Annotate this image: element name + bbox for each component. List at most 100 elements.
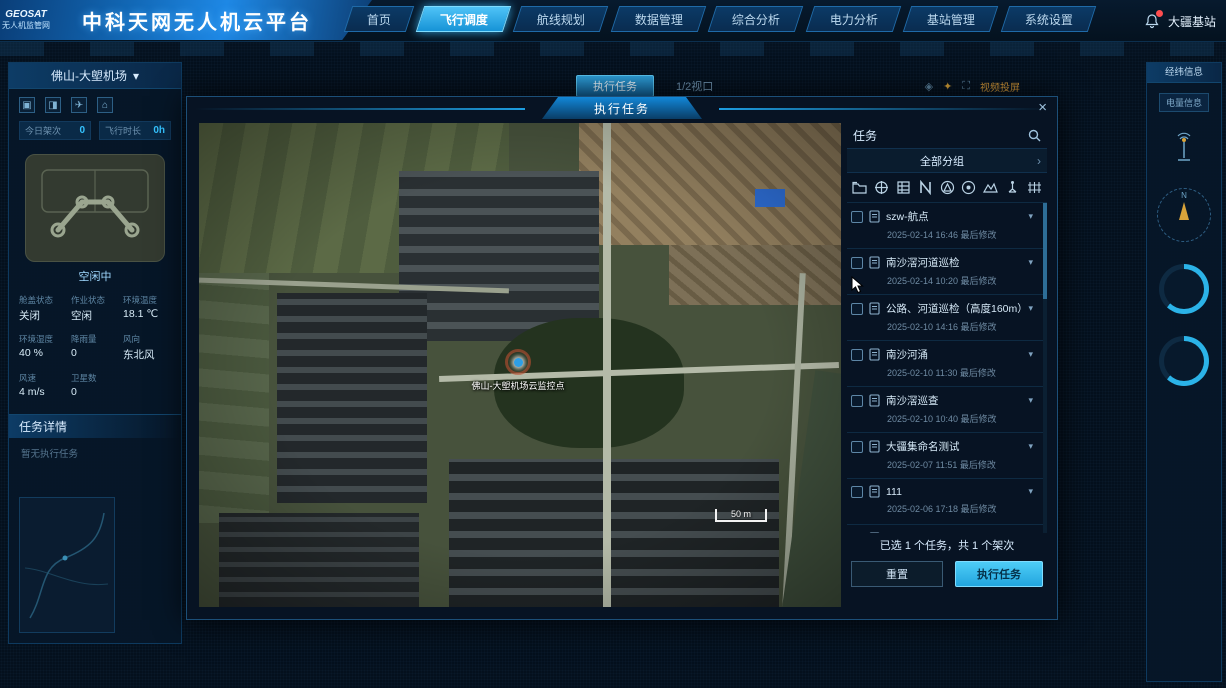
orbit-icon[interactable]	[873, 179, 890, 196]
task-checkbox[interactable]	[851, 441, 863, 453]
expand-chevron-icon[interactable]: ▾	[1028, 395, 1037, 406]
task-doc-icon	[869, 532, 880, 533]
nav-tab-data-management[interactable]: 数据管理	[611, 6, 707, 32]
user-zone: 大疆基站	[1144, 0, 1216, 42]
task-checkbox[interactable]	[851, 349, 863, 361]
stat-temp: 环境温度18.1 ℃	[123, 294, 171, 323]
environment-stats: 舱盖状态关闭 作业状态空闲 环境温度18.1 ℃ 环境湿度40 % 降雨量0 风…	[9, 286, 181, 406]
dock-icon[interactable]: ⌂	[97, 97, 113, 113]
map-toolbar: ◈ ✦ ⛶ 视频投屏	[925, 79, 1140, 94]
modal-title: 执行任务	[542, 97, 702, 119]
task-item-2[interactable]: 公路、河道巡检（高度160m） ▾ 2025-02-10 14:16 最后修改	[847, 295, 1047, 341]
scrollbar-track[interactable]	[1043, 203, 1047, 533]
measure-icon[interactable]: ✦	[943, 80, 952, 93]
fence-icon[interactable]	[1026, 179, 1043, 196]
layers-icon[interactable]: ◈	[925, 80, 933, 93]
nav-tab-station-management[interactable]: 基站管理	[903, 6, 999, 32]
task-item-3[interactable]: 南沙河涌 ▾ 2025-02-10 11:30 最后修改	[847, 341, 1047, 387]
expand-chevron-icon[interactable]: ▾	[1028, 486, 1037, 497]
task-checkbox[interactable]	[851, 211, 863, 223]
viewport-tab-active[interactable]: 执行任务	[576, 75, 654, 97]
task-item-1[interactable]: 南沙滘河道巡检 ▾ 2025-02-14 10:20 最后修改	[847, 249, 1047, 295]
task-panel-header: 任务	[847, 123, 1047, 149]
stat-wind-speed: 风速4 m/s	[19, 372, 67, 398]
map-scale-bar: 50 m	[715, 509, 767, 522]
task-item-4[interactable]: 南沙滘巡查 ▾ 2025-02-10 10:40 最后修改	[847, 387, 1047, 433]
modal-header: 执行任务 ×	[187, 97, 1057, 121]
stat-wind-dir: 风向东北风	[123, 333, 171, 362]
expand-chevron-icon[interactable]: ▾	[1028, 211, 1037, 222]
current-station-label[interactable]: 大疆基站	[1168, 13, 1216, 30]
execute-task-button[interactable]: 执行任务	[955, 561, 1043, 587]
task-item-5[interactable]: 大疆集命名测试 ▾ 2025-02-07 11:51 最后修改	[847, 433, 1047, 479]
nav-tab-route-planning[interactable]: 航线规划	[513, 6, 609, 32]
task-doc-icon	[869, 440, 880, 453]
compass-needle	[1179, 202, 1189, 220]
search-icon[interactable]	[1028, 129, 1041, 142]
terrain-icon[interactable]	[982, 179, 999, 196]
satellite-map[interactable]: 佛山-大塱机场云监控点 50 m	[199, 123, 841, 607]
task-detail-header: 任务详情	[9, 414, 181, 438]
app-title: 中科天网无人机云平台	[52, 6, 372, 35]
map-layers-icon[interactable]: ◨	[45, 97, 61, 113]
nav-tab-home[interactable]: 首页	[344, 6, 414, 32]
sorties-chip: 今日架次 0	[19, 121, 91, 140]
reset-button[interactable]: 重置	[851, 561, 943, 587]
warning-area-icon[interactable]	[939, 179, 956, 196]
expand-chevron-icon[interactable]: ▾	[1028, 257, 1037, 268]
marker-dot	[514, 358, 523, 367]
task-item-6[interactable]: 111 ▾ 2025-02-06 17:18 最后修改	[847, 479, 1047, 525]
task-checkbox[interactable]	[851, 486, 863, 498]
task-checkbox[interactable]	[851, 533, 863, 534]
task-checkbox[interactable]	[851, 257, 863, 269]
chevron-down-icon: ▾	[133, 69, 139, 83]
station-selector[interactable]: 佛山-大塱机场 ▾	[9, 63, 181, 89]
scrollbar-thumb[interactable]	[1043, 203, 1047, 299]
video-feed-icon[interactable]: ▣	[19, 97, 35, 113]
grid-route-icon[interactable]	[895, 179, 912, 196]
station-quick-icons: ▣ ◨ ✈ ⌂	[9, 89, 181, 117]
video-cast-label[interactable]: 视频投屏	[980, 79, 1020, 94]
group-filter[interactable]: 全部分组 ›	[847, 149, 1047, 173]
viewport-tab-split[interactable]: 1/2视口	[676, 78, 713, 94]
expand-chevron-icon[interactable]: ▾	[1028, 303, 1037, 314]
nav-tab-flight-dispatch[interactable]: 飞行调度	[416, 6, 512, 32]
nav-tab-settings[interactable]: 系统设置	[1000, 6, 1096, 32]
logo-text: GEOSAT	[0, 9, 52, 21]
notification-badge	[1156, 10, 1163, 17]
task-item-0[interactable]: szw-航点 ▾ 2025-02-14 16:46 最后修改	[847, 203, 1047, 249]
stat-satellites: 卫星数0	[71, 372, 119, 398]
top-header: GEOSAT 无人机监管网 中科天网无人机云平台 首页 飞行调度 航线规划 数据…	[0, 0, 1226, 42]
execute-task-modal: 执行任务 × 佛山-大塱机场云监控点 50 m 任务 全部分组	[186, 96, 1058, 620]
drone-route-icon[interactable]	[1004, 179, 1021, 196]
battery-info-button[interactable]: 电量信息	[1159, 93, 1209, 112]
task-checkbox[interactable]	[851, 303, 863, 315]
task-doc-icon	[869, 485, 880, 498]
marker-label: 佛山-大塱机场云监控点	[413, 379, 623, 392]
notification-bell-icon[interactable]	[1144, 13, 1160, 29]
logo-subtext: 无人机监管网	[2, 21, 50, 30]
stat-job: 作业状态空闲	[71, 294, 119, 323]
antenna-icon	[1171, 132, 1197, 162]
nav-tab-analysis[interactable]: 综合分析	[708, 6, 804, 32]
expand-chevron-icon[interactable]: ▾	[1028, 441, 1037, 452]
nav-tab-power-analysis[interactable]: 电力分析	[805, 6, 901, 32]
airport-map-marker[interactable]	[505, 349, 531, 375]
fullscreen-icon[interactable]: ⛶	[962, 80, 970, 93]
task-checkbox[interactable]	[851, 395, 863, 407]
target-icon[interactable]	[960, 179, 977, 196]
title-banner: GEOSAT 无人机监管网 中科天网无人机云平台	[0, 0, 372, 40]
header-decoration	[0, 42, 1226, 56]
north-icon[interactable]	[917, 179, 934, 196]
mini-map[interactable]	[19, 497, 115, 633]
task-list[interactable]: szw-航点 ▾ 2025-02-14 16:46 最后修改 南沙滘河道巡检 ▾…	[847, 203, 1047, 533]
station-counters: 今日架次 0 飞行时长 0h	[9, 117, 181, 144]
task-doc-icon	[869, 256, 880, 269]
folder-icon[interactable]	[851, 179, 868, 196]
task-panel: 任务 全部分组 › szw-航点 ▾	[847, 123, 1047, 607]
task-item-7[interactable]: 南沙涌（变集） ▾	[847, 525, 1047, 533]
drone-icon[interactable]: ✈	[71, 97, 87, 113]
compass-gauge: N	[1157, 188, 1211, 242]
close-icon[interactable]: ×	[1038, 99, 1047, 116]
expand-chevron-icon[interactable]: ▾	[1028, 349, 1037, 360]
